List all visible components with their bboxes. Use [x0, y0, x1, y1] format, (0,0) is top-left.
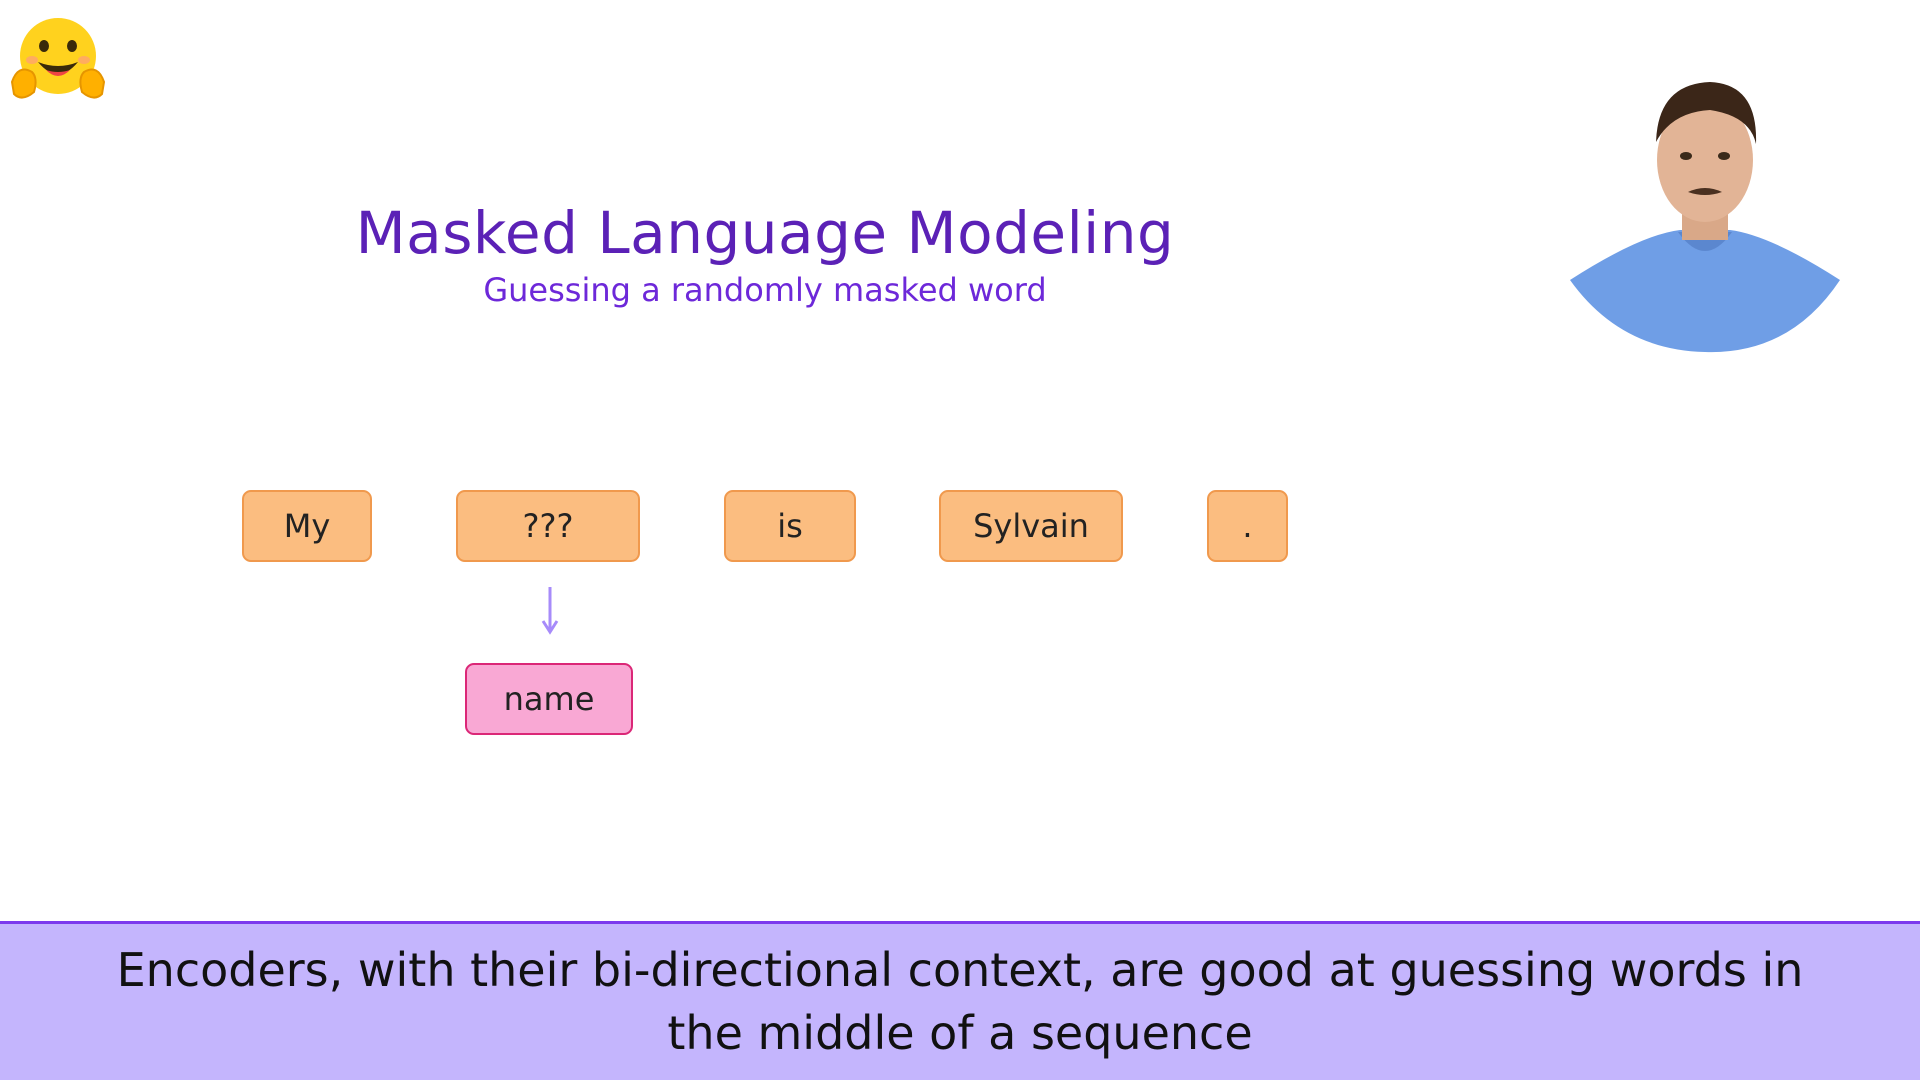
slide-title: Masked Language Modeling	[355, 199, 1175, 267]
presenter-video	[1570, 82, 1840, 353]
slide-subtitle: Guessing a randomly masked word	[483, 270, 1047, 309]
token-masked: ???	[456, 490, 640, 562]
caption-text: Encoders, with their bi-directional cont…	[116, 942, 1804, 1060]
hugging-face-emoji-icon	[10, 18, 106, 99]
token-my: My	[242, 490, 372, 562]
token-period: .	[1207, 490, 1288, 562]
slide-title-block: Masked Language Modeling Guessing a rand…	[340, 200, 1190, 308]
predicted-token: name	[465, 663, 633, 735]
token-is: is	[724, 490, 856, 562]
video-frame: Masked Language Modeling Guessing a rand…	[0, 0, 1920, 1080]
token-sylvain: Sylvain	[939, 490, 1123, 562]
caption-bar: Encoders, with their bi-directional cont…	[0, 921, 1920, 1080]
arrow-down-icon	[541, 587, 559, 635]
